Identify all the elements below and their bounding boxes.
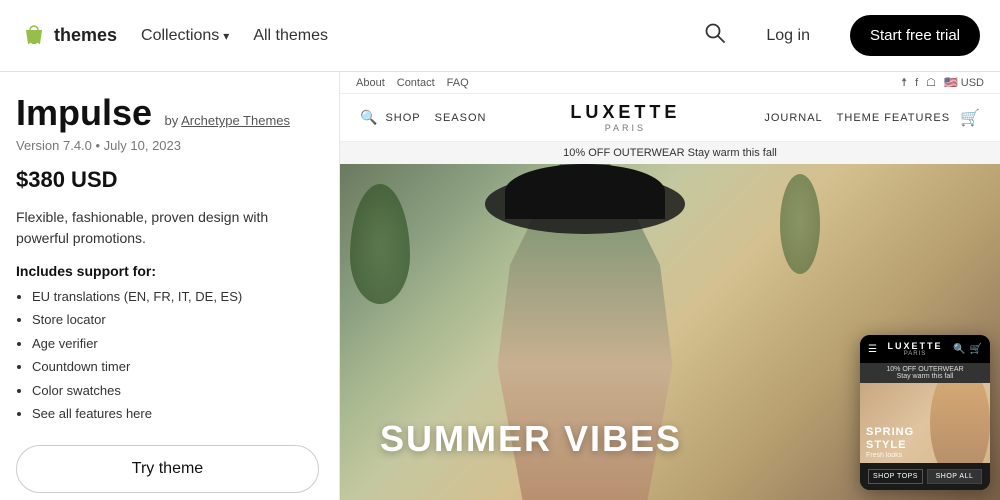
preview-announcement: 10% OFF OUTERWEAR Stay warm this fall: [340, 142, 1000, 164]
preview-nav-links: SHOP SEASON: [385, 112, 486, 124]
try-theme-button[interactable]: Try theme: [16, 445, 319, 493]
preview-about: About: [356, 77, 385, 89]
theme-author-line: by Archetype Themes: [165, 113, 291, 128]
includes-label: Includes support for:: [16, 263, 319, 279]
theme-price: $380 USD: [16, 167, 319, 193]
list-item: Color swatches: [32, 379, 319, 402]
pinterest-icon: ☖: [926, 76, 936, 89]
main-content: Impulse by Archetype Themes Version 7.4.…: [0, 72, 1000, 500]
theme-version: Version 7.4.0 • July 10, 2023: [16, 138, 319, 153]
mobile-announcement: 10% OFF OUTERWEAR Stay warm this fall: [860, 363, 990, 383]
preview-cart-icon: 🛒: [960, 108, 980, 128]
list-item: Store locator: [32, 308, 319, 331]
preview-brand-name: LUXETTE: [486, 102, 764, 123]
features-link[interactable]: here: [126, 406, 152, 421]
mobile-search-icon: 🔍: [953, 344, 965, 355]
features-list: EU translations (EN, FR, IT, DE, ES) Sto…: [16, 285, 319, 425]
preview-nav: 🔍 SHOP SEASON LUXETTE PARIS JOURNAL THEM…: [340, 94, 1000, 142]
preview-site: About Contact FAQ ☨ f ☖ 🇺🇸 USD 🔍 SHOP SE…: [340, 72, 1000, 500]
plant-decoration-2: [780, 174, 820, 274]
mobile-brand-name: LUXETTE: [877, 341, 953, 351]
mobile-hero-text-area: SPRING STYLE Fresh looks: [866, 426, 914, 459]
preview-season: SEASON: [435, 112, 487, 124]
preview-shop: SHOP: [385, 112, 420, 124]
mobile-cart-icon: 🛒: [970, 344, 982, 355]
author-link[interactable]: Archetype Themes: [181, 113, 290, 128]
theme-name: Impulse: [16, 92, 152, 133]
mobile-hero-sub: Fresh looks: [866, 452, 914, 459]
mobile-shop-all-btn[interactable]: SHOP ALL: [927, 469, 982, 484]
currency-label: 🇺🇸 USD: [944, 76, 984, 89]
list-item: EU translations (EN, FR, IT, DE, ES): [32, 285, 319, 308]
list-item: Age verifier: [32, 332, 319, 355]
list-item-features-link: See all features here: [32, 402, 319, 425]
preview-social-icons: ☨ f ☖ 🇺🇸 USD: [901, 76, 984, 89]
theme-title-row: Impulse by Archetype Themes: [16, 92, 319, 134]
mobile-brand-sub: PARIS: [877, 351, 953, 357]
preview-hero: SUMMER VIBES ☰ LUXETTE PARIS 🔍 🛒 10: [340, 164, 1000, 500]
preview-faq: FAQ: [447, 77, 469, 89]
theme-description: Flexible, fashionable, proven design wit…: [16, 207, 319, 249]
mobile-hero-figure: [930, 383, 990, 463]
preview-journal: JOURNAL: [764, 112, 822, 124]
mobile-hero: SPRING STYLE Fresh looks: [860, 383, 990, 463]
instagram-icon: ☨: [901, 76, 907, 89]
logo-text: themes: [54, 25, 117, 46]
all-themes-nav[interactable]: All themes: [253, 27, 328, 45]
preview-search-icon: 🔍: [360, 109, 377, 126]
start-trial-button[interactable]: Start free trial: [850, 15, 980, 56]
by-text: by: [165, 113, 179, 128]
preview-contact: Contact: [397, 77, 435, 89]
logo-area: themes: [20, 22, 117, 50]
mobile-cta-area: SHOP TOPS SHOP ALL: [860, 463, 990, 490]
mobile-nav: ☰ LUXETTE PARIS 🔍 🛒: [860, 335, 990, 363]
preview-nav-links-right: JOURNAL THEME FEATURES: [764, 112, 950, 124]
collections-nav[interactable]: Collections ▾: [141, 27, 229, 45]
mobile-hero-text1: SPRING: [866, 426, 914, 439]
top-nav: themes Collections ▾ All themes Log in S…: [0, 0, 1000, 72]
collections-label: Collections: [141, 27, 219, 45]
left-panel: Impulse by Archetype Themes Version 7.4.…: [0, 72, 340, 500]
mobile-hero-text2: STYLE: [866, 439, 914, 452]
mobile-brand-area: LUXETTE PARIS: [877, 341, 953, 357]
preview-theme-features: THEME FEATURES: [837, 112, 950, 124]
right-panel: About Contact FAQ ☨ f ☖ 🇺🇸 USD 🔍 SHOP SE…: [340, 72, 1000, 500]
preview-topbar: About Contact FAQ ☨ f ☖ 🇺🇸 USD: [340, 72, 1000, 94]
search-icon[interactable]: [704, 22, 726, 50]
chevron-down-icon: ▾: [223, 29, 229, 43]
preview-brand: LUXETTE PARIS: [486, 102, 764, 133]
facebook-icon: f: [915, 77, 918, 89]
mobile-shop-tops-btn[interactable]: SHOP TOPS: [868, 469, 923, 484]
hero-text: SUMMER VIBES: [380, 418, 682, 460]
hat-crown: [505, 164, 665, 219]
mobile-menu-icon: ☰: [868, 344, 877, 355]
list-item: Countdown timer: [32, 355, 319, 378]
login-button[interactable]: Log in: [766, 27, 810, 45]
shopify-icon: [20, 22, 48, 50]
mobile-preview: ☰ LUXETTE PARIS 🔍 🛒 10% OFF OUTERWEAR St…: [860, 335, 990, 490]
preview-brand-sub: PARIS: [486, 123, 764, 133]
